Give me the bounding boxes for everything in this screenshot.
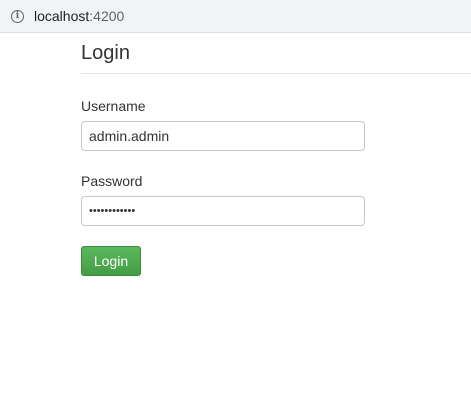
page-title: Login [81,42,130,64]
username-label: Username [81,98,146,114]
password-input[interactable] [81,196,365,226]
title-divider [81,73,471,74]
url-host: localhost [34,8,90,24]
login-button[interactable]: Login [81,246,141,276]
login-page: Login Username Password Login [81,33,471,276]
info-icon[interactable]: i [11,9,24,23]
login-form: Username Password Login [81,98,471,276]
browser-address-bar[interactable]: i localhost:4200 [0,0,471,33]
username-input[interactable] [81,121,365,151]
password-label: Password [81,173,143,189]
url-port: :4200 [89,8,125,24]
url-text[interactable]: localhost:4200 [34,8,124,24]
